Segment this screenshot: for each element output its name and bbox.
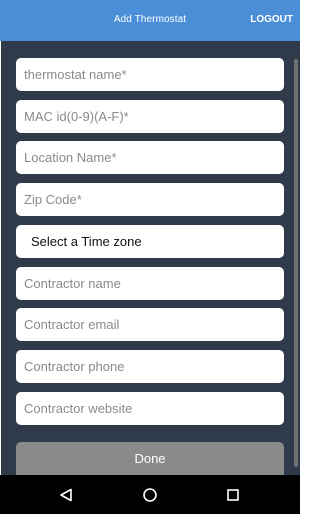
back-button[interactable] xyxy=(46,475,86,514)
scrollbar[interactable] xyxy=(294,59,298,467)
contractor-email-input[interactable] xyxy=(16,308,284,341)
form-container: Select a Time zone Done xyxy=(1,41,300,475)
back-triangle-icon xyxy=(60,488,72,501)
mac-id-input[interactable] xyxy=(16,100,284,133)
app-screen: Add Thermostat LOGOUT Select a Time zone… xyxy=(0,0,300,514)
logout-button[interactable]: LOGOUT xyxy=(250,14,293,25)
app-header: Add Thermostat LOGOUT xyxy=(0,0,300,41)
time-zone-select[interactable]: Select a Time zone xyxy=(16,225,284,258)
contractor-website-input[interactable] xyxy=(16,392,284,425)
recents-square-icon xyxy=(227,488,239,501)
contractor-phone-input[interactable] xyxy=(16,350,284,383)
contractor-name-input[interactable] xyxy=(16,267,284,300)
home-button[interactable] xyxy=(130,475,170,514)
thermostat-name-input[interactable] xyxy=(16,58,284,91)
zip-code-input[interactable] xyxy=(16,183,284,216)
android-nav-bar xyxy=(0,475,300,514)
recents-button[interactable] xyxy=(213,475,253,514)
home-circle-icon xyxy=(143,487,157,502)
done-button[interactable]: Done xyxy=(16,442,284,475)
location-name-input[interactable] xyxy=(16,141,284,174)
